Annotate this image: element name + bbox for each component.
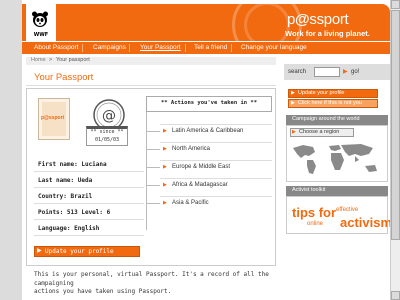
main-nav: About Passport Campaigns Your Passport T… — [22, 42, 390, 54]
nav-divider — [185, 44, 186, 52]
member-since-label: ** since ** — [90, 129, 124, 135]
region-select-label[interactable]: Choose a region — [299, 129, 339, 135]
not-you-label[interactable]: Click here if this is not you — [298, 100, 362, 106]
logo-text: WWF — [33, 32, 49, 38]
actions-title: ** Actions you've taken in ** — [160, 100, 258, 106]
svg-text:@: @ — [102, 108, 116, 124]
first-name: First name: Luciana — [38, 161, 107, 168]
title-divider — [26, 85, 276, 86]
nav-tell-a-friend[interactable]: Tell a friend — [194, 44, 227, 51]
arrow-right-icon: ▶ — [163, 200, 167, 206]
wwf-logo[interactable]: WWF — [26, 4, 56, 41]
page-title: Your Passport — [34, 72, 94, 83]
arrow-right-icon: ▶ — [163, 146, 167, 152]
panda-icon — [32, 11, 48, 27]
region-connector — [146, 203, 160, 204]
intro-line-2: actions you have taken using Passport. — [34, 288, 172, 295]
member-since-date: 01/05/03 — [94, 137, 120, 143]
site-header: WWF p@ssport Work for a living planet. — [22, 4, 390, 41]
brand-rest: ssport — [309, 11, 349, 28]
tips-activism: activism — [340, 215, 393, 230]
points-level: Points: 513 Level: 6 — [38, 209, 111, 216]
breadcrumb-home[interactable]: Home — [31, 57, 46, 63]
header-swirl-decoration-inner — [244, 4, 290, 41]
arrow-right-icon: ▶ — [163, 128, 167, 134]
region-connector — [146, 112, 147, 230]
arrow-right-icon: ▶ — [163, 182, 167, 188]
arrow-right-icon: ▶ — [163, 164, 167, 170]
scroll-thumb[interactable] — [391, 10, 400, 240]
world-map[interactable] — [289, 140, 385, 178]
region-africa[interactable]: Africa & Madagascar — [172, 182, 228, 188]
region-connector — [146, 149, 160, 150]
tips-effective: effective — [336, 207, 359, 213]
region-asia[interactable]: Asia & Pacific — [172, 200, 209, 206]
intro-text: This is your personal, virtual Passport.… — [34, 271, 274, 297]
country: Country: Brazil — [38, 193, 93, 200]
arrow-right-icon: ▶ — [291, 90, 295, 96]
nav-change-language[interactable]: Change your language — [241, 44, 307, 51]
intro-line-1: This is your personal, virtual Passport.… — [34, 271, 269, 287]
arrow-right-icon: ▶ — [37, 247, 42, 254]
campaign-panel-title: Campaign around the world — [292, 116, 360, 122]
page: WWF p@ssport Work for a living planet. A… — [22, 0, 398, 300]
nav-divider — [82, 44, 83, 52]
passport-brand: p@ssport — [287, 11, 349, 28]
sidebar-update-profile-label[interactable]: Update your profile — [298, 90, 344, 96]
region-europe[interactable]: Europe & Middle East — [172, 164, 230, 170]
arrow-right-icon: ▶ — [292, 129, 296, 135]
nav-divider — [231, 44, 232, 52]
region-north-america[interactable]: North America — [172, 146, 210, 152]
brand-at-sign: @ — [295, 11, 310, 28]
region-latin-america[interactable]: Latin America & Caribbean — [172, 128, 243, 134]
nav-your-passport[interactable]: Your Passport — [140, 44, 181, 51]
nav-divider — [129, 44, 130, 52]
breadcrumb-current: Your passport — [56, 57, 90, 63]
tips-online: online — [307, 221, 324, 227]
arrow-right-icon: ▶ — [343, 68, 348, 75]
region-connector — [146, 167, 160, 168]
toolkit-panel-title: Activist toolkit — [292, 187, 326, 193]
nav-about-passport[interactable]: About Passport — [34, 44, 78, 51]
arrow-right-icon: ▶ — [291, 100, 295, 106]
nav-campaigns[interactable]: Campaigns — [93, 44, 126, 51]
tagline: Work for a living planet. — [285, 29, 370, 38]
breadcrumb-separator: > — [49, 57, 53, 63]
go-button[interactable]: go! — [351, 69, 359, 75]
last-name: Last name: Ueda — [38, 177, 93, 184]
scroll-up-button[interactable] — [391, 0, 400, 9]
update-profile-label[interactable]: Update your profile — [45, 248, 114, 255]
tips-text[interactable]: tips for — [292, 205, 336, 220]
search-label: search — [288, 69, 307, 75]
language: Language: English — [38, 225, 100, 232]
region-connector — [146, 185, 160, 186]
search-input[interactable] — [314, 67, 340, 77]
passport-photo-text: p@ssport — [41, 115, 65, 121]
brand-letter-p: p — [287, 11, 296, 28]
region-connector — [146, 131, 160, 132]
scroll-down-button[interactable] — [391, 291, 400, 300]
